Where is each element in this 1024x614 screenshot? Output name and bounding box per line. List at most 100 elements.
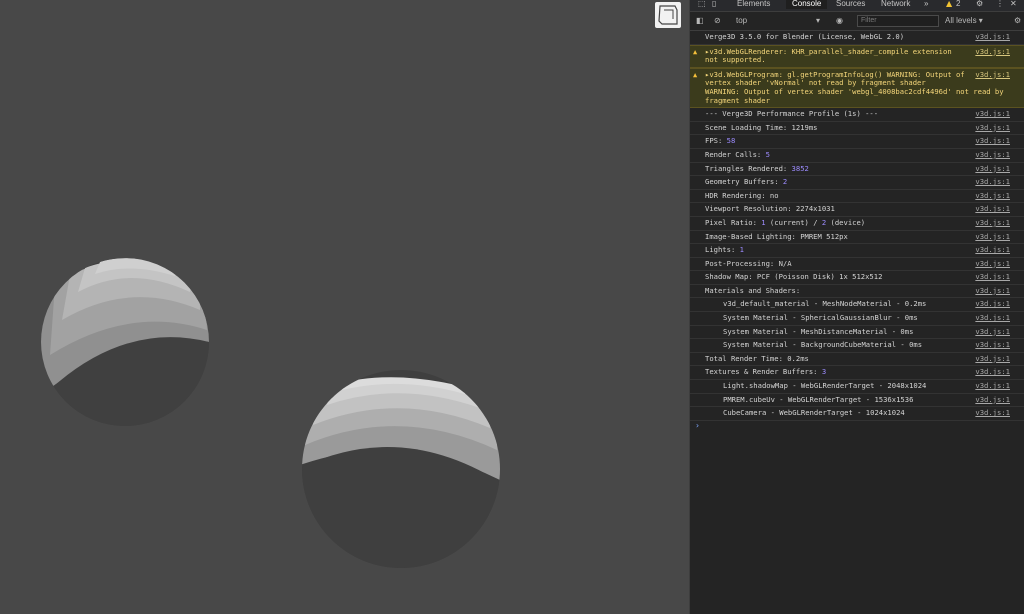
console-log-message: Image-Based Lighting: PMREM 512px v3d.js:… <box>690 231 1024 245</box>
sidebar-toggle-icon[interactable]: ◧ <box>696 15 704 27</box>
source-link[interactable]: v3d.js:1 <box>975 381 1010 391</box>
console-settings-icon[interactable]: ⚙ <box>1014 15 1021 27</box>
source-link[interactable]: v3d.js:1 <box>975 232 1010 242</box>
settings-icon[interactable]: ⚙ <box>976 0 983 9</box>
source-link[interactable]: v3d.js:1 <box>975 47 1010 57</box>
console-log-message: Total Render Time: 0.2ms v3d.js:1 <box>690 353 1024 367</box>
source-link[interactable]: v3d.js:1 <box>975 70 1010 80</box>
message-text: Geometry Buffers: <box>705 177 783 187</box>
message-text: System Material - SphericalGaussianBlur … <box>723 313 918 323</box>
message-text: Post-Processing: N/A <box>705 258 792 268</box>
filter-input[interactable]: Filter <box>857 15 939 27</box>
source-link[interactable]: v3d.js:1 <box>975 245 1010 255</box>
source-link[interactable]: v3d.js:1 <box>975 259 1010 269</box>
message-text: v3d_default_material - MeshNodeMaterial … <box>723 299 927 309</box>
source-link[interactable]: v3d.js:1 <box>975 409 1010 418</box>
message-text: Shadow Map: PCF (Poisson Disk) 1x 512x51… <box>705 272 883 282</box>
console-log-message: Materials and Shaders: v3d.js:1 <box>690 285 1024 299</box>
message-text: Lights: <box>705 245 740 255</box>
console-log-message: Shadow Map: PCF (Poisson Disk) 1x 512x51… <box>690 271 1024 285</box>
source-link[interactable]: v3d.js:1 <box>975 123 1010 133</box>
console-log-message: Geometry Buffers: 2 v3d.js:1 <box>690 176 1024 190</box>
source-link[interactable]: v3d.js:1 <box>975 300 1010 309</box>
tab-elements[interactable]: Elements <box>737 0 770 9</box>
source-link[interactable]: v3d.js:1 <box>975 341 1010 350</box>
console-log-message: v3d_default_material - MeshNodeMaterial … <box>690 298 1024 313</box>
context-select[interactable]: top <box>736 15 826 27</box>
message-text: Pixel Ratio: <box>705 217 762 227</box>
message-text: Scene Loading Time: 1219ms <box>705 122 818 132</box>
source-link[interactable]: v3d.js:1 <box>975 327 1010 337</box>
message-text: Materials and Shaders: <box>705 285 801 295</box>
message-text: Verge3D 3.5.0 for Blender (License, WebG… <box>705 32 905 41</box>
tab-network[interactable]: Network <box>881 0 910 9</box>
console-log-message: Light.shadowMap - WebGLRenderTarget - 20… <box>690 380 1024 394</box>
tab-console[interactable]: Console <box>786 0 828 9</box>
console-log-message: Verge3D 3.5.0 for Blender (License, WebG… <box>690 31 1024 45</box>
sphere-right <box>302 370 500 568</box>
warning-icon: ▲ <box>693 70 698 79</box>
message-text: --- Verge3D Performance Profile (1s) --- <box>705 109 879 119</box>
message-text: Viewport Resolution: 2274x1031 <box>705 204 835 214</box>
device-toolbar-icon[interactable]: ▯ <box>712 0 716 9</box>
more-tabs-button[interactable]: » <box>924 0 928 9</box>
warning-icon: ▲ <box>693 47 698 56</box>
console-log-message: HDR Rendering: no v3d.js:1 <box>690 190 1024 204</box>
log-levels-select[interactable]: All levels ▾ <box>945 15 983 27</box>
console-log-message: Pixel Ratio: 1 (current) / 2 (device) v3d… <box>690 217 1024 231</box>
source-link[interactable]: v3d.js:1 <box>975 273 1010 282</box>
message-text: Total Render Time: 0.2ms <box>705 353 809 363</box>
close-devtools-icon[interactable]: ✕ <box>1010 0 1017 9</box>
source-link[interactable]: v3d.js:1 <box>975 137 1010 146</box>
devtools-tabbar: ⬚ ▯ Elements Console Sources Network » ▲… <box>690 0 1024 12</box>
console-log-message: Lights: 1 v3d.js:1 <box>690 244 1024 258</box>
console-warning-message: ▲ ▸v3d.WebGLRenderer: KHR_parallel_shader… <box>690 44 1024 68</box>
message-text-tail: (current) / <box>765 217 822 227</box>
source-link[interactable]: v3d.js:1 <box>975 395 1010 405</box>
source-link[interactable]: v3d.js:1 <box>975 32 1010 42</box>
message-text: Render Calls: <box>705 149 766 159</box>
message-text: HDR Rendering: no <box>705 190 779 200</box>
devtools-panel: ⬚ ▯ Elements Console Sources Network » ▲… <box>689 0 1024 614</box>
message-text: Image-Based Lighting: PMREM 512px <box>705 231 848 241</box>
message-number: 58 <box>726 136 736 146</box>
clear-console-icon[interactable]: ⊘ <box>714 15 721 27</box>
source-link[interactable]: v3d.js:1 <box>975 286 1010 296</box>
fullscreen-button[interactable] <box>655 2 681 28</box>
console-log-message: Render Calls: 5 v3d.js:1 <box>690 149 1024 163</box>
source-link[interactable]: v3d.js:1 <box>975 218 1010 228</box>
source-link[interactable]: v3d.js:1 <box>975 150 1010 160</box>
message-text: System Material - BackgroundCubeMaterial… <box>723 340 923 350</box>
source-link[interactable]: v3d.js:1 <box>975 191 1010 201</box>
3d-viewport[interactable] <box>0 0 689 614</box>
source-link[interactable]: v3d.js:1 <box>975 313 1010 323</box>
source-link[interactable]: v3d.js:1 <box>975 110 1010 119</box>
console-log-message: System Material - MeshDistanceMaterial -… <box>690 326 1024 340</box>
source-link[interactable]: v3d.js:1 <box>975 368 1010 377</box>
scene-render <box>41 258 500 568</box>
warning-count-icon[interactable]: ▲ <box>946 0 952 9</box>
message-text: ▸v3d.WebGLProgram: gl.getProgramInfoLog(… <box>705 69 1004 105</box>
source-link[interactable]: v3d.js:1 <box>975 354 1010 364</box>
live-expression-eye-icon[interactable]: ◉ <box>836 15 843 27</box>
tab-sources[interactable]: Sources <box>836 0 865 9</box>
message-text: CubeCamera - WebGLRenderTarget - 1024x10… <box>723 408 905 418</box>
console-log-message: Scene Loading Time: 1219ms v3d.js:1 <box>690 122 1024 136</box>
message-number: 2 <box>782 177 788 187</box>
source-link[interactable]: v3d.js:1 <box>975 164 1010 174</box>
message-number: 3 <box>821 367 827 377</box>
more-options-icon[interactable]: ⋮ <box>996 0 1004 9</box>
console-prompt[interactable]: › <box>690 421 1024 431</box>
inspect-element-icon[interactable]: ⬚ <box>698 0 706 9</box>
message-text: Light.shadowMap - WebGLRenderTarget - 20… <box>723 381 927 391</box>
context-select-arrow-icon[interactable]: ▾ <box>816 15 820 27</box>
console-log-message: PMREM.cubeUv - WebGLRenderTarget - 1536x… <box>690 394 1024 408</box>
source-link[interactable]: v3d.js:1 <box>975 178 1010 187</box>
console-log-message: --- Verge3D Performance Profile (1s) ---… <box>690 108 1024 122</box>
console-messages: Verge3D 3.5.0 for Blender (License, WebG… <box>690 31 1024 431</box>
console-log-message: System Material - SphericalGaussianBlur … <box>690 312 1024 326</box>
source-link[interactable]: v3d.js:1 <box>975 205 1010 214</box>
message-number: 5 <box>765 149 770 159</box>
message-text: ▸v3d.WebGLRenderer: KHR_parallel_shader_… <box>705 46 952 65</box>
console-log-message: CubeCamera - WebGLRenderTarget - 1024x10… <box>690 407 1024 421</box>
